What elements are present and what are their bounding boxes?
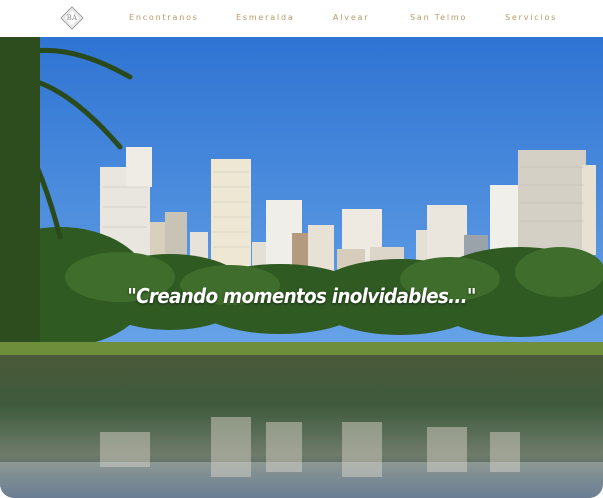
brand-logo[interactable]: BA [60, 6, 84, 30]
nav-link-alvear[interactable]: Alvear [333, 13, 369, 22]
hero-banner: "Creando momentos inolvidables..." [0, 37, 603, 498]
nav-link-encontranos[interactable]: Encontranos [129, 13, 199, 22]
top-navigation-bar: BA Encontranos Esmeralda Alvear San Telm… [0, 0, 603, 37]
nav-link-servicios[interactable]: Servicios [505, 13, 557, 22]
city-park-lake-photo [0, 37, 603, 498]
hero-tagline: "Creando momentos inolvidables..." [127, 284, 476, 308]
nav-link-san-telmo[interactable]: San Telmo [410, 13, 467, 22]
nav-link-esmeralda[interactable]: Esmeralda [236, 13, 295, 22]
logo-text: BA [66, 14, 78, 22]
